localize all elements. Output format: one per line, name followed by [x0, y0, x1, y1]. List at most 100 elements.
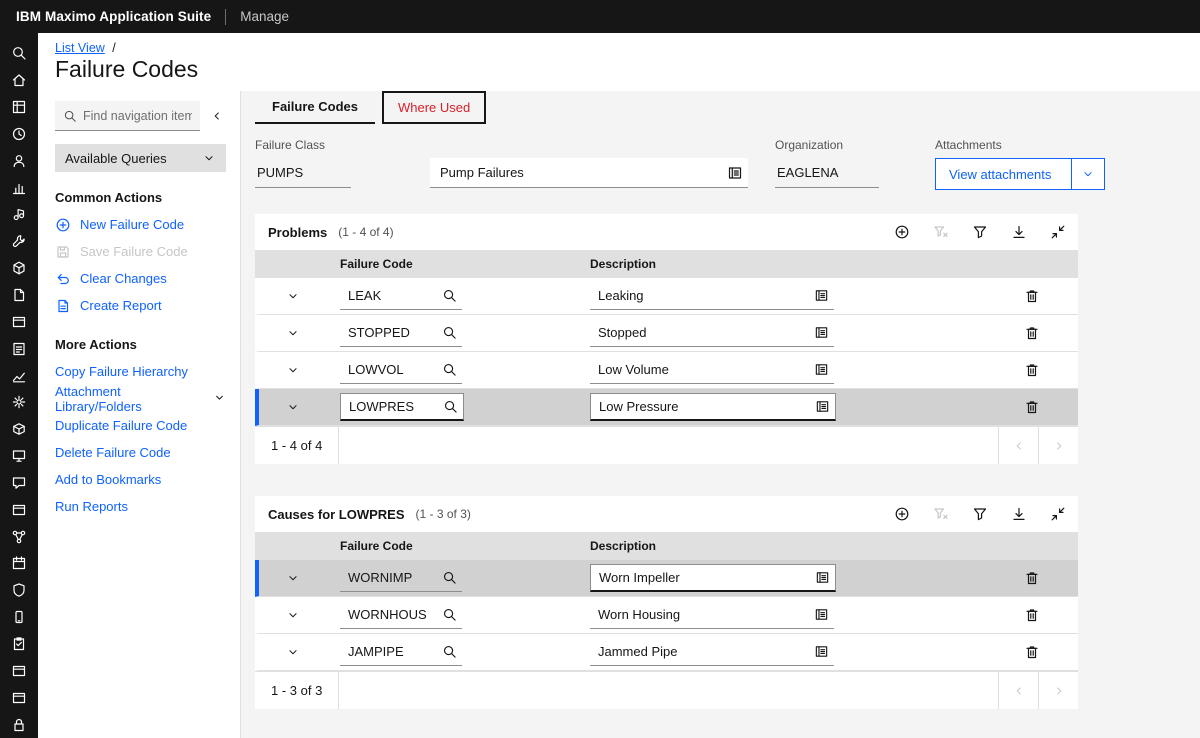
- rail-monitor-icon[interactable]: [6, 443, 32, 470]
- tab-where-used[interactable]: Where Used: [382, 91, 486, 124]
- delete-row-button[interactable]: [1022, 568, 1042, 588]
- description-input[interactable]: [591, 399, 809, 414]
- failure-class-input[interactable]: [255, 165, 351, 180]
- sidebar-item-new-failure-code[interactable]: New Failure Code: [55, 211, 226, 238]
- sidebar-item-add-to-bookmarks[interactable]: Add to Bookmarks: [55, 466, 226, 493]
- add-row-button[interactable]: [894, 506, 910, 522]
- rail-security-icon[interactable]: [6, 577, 32, 604]
- sidebar-item-clear-changes[interactable]: Clear Changes: [55, 265, 226, 292]
- long-description-button[interactable]: [809, 393, 835, 420]
- rail-chat-icon[interactable]: [6, 470, 32, 497]
- delete-row-button[interactable]: [1022, 360, 1042, 380]
- breadcrumb-list-view-link[interactable]: List View: [55, 41, 105, 55]
- view-attachments-button[interactable]: View attachments: [936, 159, 1071, 189]
- lookup-button[interactable]: [436, 601, 462, 628]
- rail-schedule-icon[interactable]: [6, 550, 32, 577]
- description-input[interactable]: [590, 362, 808, 377]
- lookup-button[interactable]: [436, 564, 462, 591]
- clear-filter-button[interactable]: [933, 224, 949, 240]
- long-description-button[interactable]: [808, 601, 834, 628]
- organization-input[interactable]: [775, 165, 879, 180]
- navigation-search-input[interactable]: [83, 109, 192, 123]
- long-description-button[interactable]: [808, 638, 834, 665]
- row-expand-button[interactable]: [283, 642, 303, 662]
- available-queries-dropdown[interactable]: Available Queries: [55, 144, 226, 172]
- rail-documents-icon[interactable]: [6, 282, 32, 309]
- rail-home-icon[interactable]: [6, 67, 32, 94]
- delete-row-button[interactable]: [1022, 397, 1042, 417]
- sidebar-item-delete-failure-code[interactable]: Delete Failure Code: [55, 439, 226, 466]
- delete-row-button[interactable]: [1022, 642, 1042, 662]
- failure-code-input[interactable]: [340, 325, 436, 340]
- table-row[interactable]: [255, 597, 1078, 634]
- rail-grid-icon[interactable]: [6, 94, 32, 121]
- failure-code-input[interactable]: [340, 570, 436, 585]
- rail-panel-icon[interactable]: [6, 684, 32, 711]
- download-button[interactable]: [1011, 224, 1027, 240]
- long-description-button[interactable]: [722, 158, 748, 188]
- rail-assets-icon[interactable]: [6, 201, 32, 228]
- rail-inventory-icon[interactable]: [6, 255, 32, 282]
- filter-button[interactable]: [972, 224, 988, 240]
- rail-users-icon[interactable]: [6, 147, 32, 174]
- rail-settings-icon[interactable]: [6, 389, 32, 416]
- long-description-button[interactable]: [808, 282, 834, 309]
- row-expand-button[interactable]: [283, 397, 303, 417]
- next-page-button[interactable]: [1038, 427, 1078, 464]
- sidebar-item-duplicate-failure-code[interactable]: Duplicate Failure Code: [55, 412, 226, 439]
- sidebar-item-run-reports[interactable]: Run Reports: [55, 493, 226, 520]
- rail-mobile-icon[interactable]: [6, 604, 32, 631]
- sidebar-collapse-button[interactable]: [208, 107, 226, 125]
- long-description-button[interactable]: [808, 319, 834, 346]
- description-input[interactable]: [590, 288, 808, 303]
- table-row[interactable]: [255, 352, 1078, 389]
- filter-button[interactable]: [972, 506, 988, 522]
- failure-code-input[interactable]: [340, 288, 436, 303]
- clear-filter-button[interactable]: [933, 506, 949, 522]
- sidebar-item-attachment-library[interactable]: Attachment Library/Folders: [55, 385, 226, 412]
- download-button[interactable]: [1011, 506, 1027, 522]
- rail-panel-icon[interactable]: [6, 308, 32, 335]
- rail-recent-icon[interactable]: [6, 121, 32, 148]
- previous-page-button[interactable]: [998, 672, 1038, 709]
- description-input[interactable]: [590, 325, 808, 340]
- next-page-button[interactable]: [1038, 672, 1078, 709]
- rail-chart-icon[interactable]: [6, 174, 32, 201]
- tab-failure-codes[interactable]: Failure Codes: [255, 91, 375, 124]
- lookup-button[interactable]: [436, 638, 462, 665]
- long-description-button[interactable]: [808, 356, 834, 383]
- rail-tasks-icon[interactable]: [6, 631, 32, 658]
- row-expand-button[interactable]: [283, 605, 303, 625]
- rail-package-icon[interactable]: [6, 416, 32, 443]
- attachments-dropdown-button[interactable]: [1071, 159, 1104, 189]
- table-row[interactable]: [255, 278, 1078, 315]
- lookup-button[interactable]: [437, 393, 463, 420]
- table-row-selected[interactable]: [255, 389, 1078, 426]
- failure-code-input[interactable]: [340, 607, 436, 622]
- delete-row-button[interactable]: [1022, 605, 1042, 625]
- table-row[interactable]: [255, 315, 1078, 352]
- rail-checklist-icon[interactable]: [6, 335, 32, 362]
- description-input[interactable]: [590, 607, 808, 622]
- minimize-button[interactable]: [1050, 224, 1066, 240]
- description-input[interactable]: [591, 570, 809, 585]
- rail-lock-icon[interactable]: [6, 711, 32, 738]
- rail-search-icon[interactable]: [6, 40, 32, 67]
- rail-workflow-icon[interactable]: [6, 523, 32, 550]
- sidebar-item-save-failure-code[interactable]: Save Failure Code: [55, 238, 226, 265]
- row-expand-button[interactable]: [283, 286, 303, 306]
- row-expand-button[interactable]: [283, 360, 303, 380]
- long-description-button[interactable]: [809, 564, 835, 591]
- rail-panel-icon[interactable]: [6, 496, 32, 523]
- failure-code-input[interactable]: [340, 362, 436, 377]
- failure-code-input[interactable]: [341, 399, 437, 414]
- delete-row-button[interactable]: [1022, 286, 1042, 306]
- rail-tools-icon[interactable]: [6, 228, 32, 255]
- delete-row-button[interactable]: [1022, 323, 1042, 343]
- table-row-selected[interactable]: [255, 560, 1078, 597]
- previous-page-button[interactable]: [998, 427, 1038, 464]
- table-row[interactable]: [255, 634, 1078, 671]
- sidebar-item-copy-failure-hierarchy[interactable]: Copy Failure Hierarchy: [55, 358, 226, 385]
- add-row-button[interactable]: [894, 224, 910, 240]
- sidebar-item-create-report[interactable]: Create Report: [55, 292, 226, 319]
